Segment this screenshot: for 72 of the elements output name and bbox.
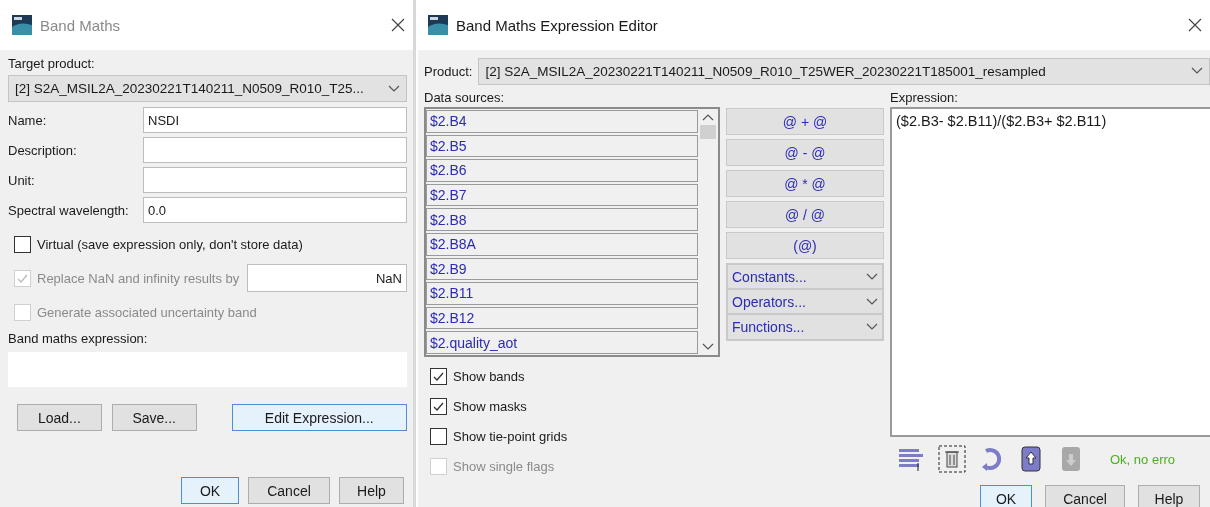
checkbox-label: Show masks bbox=[453, 398, 527, 414]
scroll-up-icon[interactable] bbox=[702, 113, 714, 121]
scroll-down-icon[interactable] bbox=[702, 343, 714, 351]
dialog-button[interactable]: OK bbox=[980, 485, 1032, 507]
input-field[interactable] bbox=[143, 167, 407, 193]
list-item[interactable]: $2.B8 bbox=[426, 208, 698, 231]
caret-icon bbox=[388, 84, 400, 93]
checkbox[interactable] bbox=[430, 427, 447, 445]
dialog-button[interactable]: Help bbox=[339, 477, 404, 504]
field-label: Unit: bbox=[8, 172, 36, 188]
checkbox[interactable] bbox=[430, 397, 447, 415]
input-field[interactable]: NSDI bbox=[143, 107, 407, 133]
dialog-button[interactable]: OK bbox=[181, 477, 239, 504]
field-label: Product: bbox=[424, 63, 473, 79]
caret-icon bbox=[866, 298, 878, 306]
undo-icon[interactable] bbox=[980, 446, 1004, 472]
caret-icon bbox=[866, 273, 878, 281]
list-item[interactable]: $2.B9 bbox=[426, 257, 698, 281]
product-dropdown[interactable]: [2] S2A_MSIL2A_20230221T140211_N0509_R010_T25... bbox=[8, 75, 407, 102]
operator-button[interactable]: @ - @ bbox=[726, 139, 884, 166]
list-item[interactable]: $2.B7 bbox=[426, 183, 698, 207]
checkbox-label: Show tie-point grids bbox=[453, 428, 568, 444]
operator-button[interactable]: (@) bbox=[726, 232, 884, 259]
dialog-button[interactable]: Cancel bbox=[248, 477, 330, 504]
checkbox-label: Generate associated uncertainty band bbox=[37, 304, 257, 320]
field-label: Band maths expression: bbox=[8, 331, 149, 346]
field-label: Name: bbox=[8, 112, 48, 128]
menu-button[interactable]: Operators... bbox=[726, 288, 884, 316]
action-button[interactable]: Save... bbox=[111, 404, 197, 431]
operator-button[interactable]: @ * @ bbox=[726, 170, 884, 197]
dialog-button[interactable]: Cancel bbox=[1045, 485, 1125, 507]
code-text-icon[interactable] bbox=[898, 446, 924, 472]
list-item[interactable]: $2.B6 bbox=[426, 159, 698, 182]
field-label: Spectral wavelength: bbox=[8, 202, 130, 218]
menu-button[interactable]: Functions... bbox=[726, 313, 884, 341]
list-item[interactable]: $2.B12 bbox=[426, 306, 698, 330]
action-button[interactable]: Edit Expression... bbox=[231, 404, 407, 431]
checkbox[interactable] bbox=[14, 235, 31, 253]
checkbox-label: Virtual (save expression only, don't store data) bbox=[37, 236, 303, 252]
window-title: Band Maths bbox=[40, 16, 122, 34]
trash-icon[interactable] bbox=[938, 445, 966, 473]
list-item[interactable]: $2.B11 bbox=[426, 282, 698, 305]
app-logo-icon bbox=[12, 15, 32, 35]
input-field[interactable] bbox=[143, 137, 407, 163]
expression-editor[interactable]: ($2.B3- $2.B11)/($2.B3+ $2.B11) bbox=[890, 107, 1210, 437]
field-label: Data sources: bbox=[424, 90, 506, 105]
checkbox-label: Show bands bbox=[453, 368, 525, 384]
checkbox-label: Show single flags bbox=[453, 458, 555, 474]
list-item[interactable]: $2.B4 bbox=[426, 110, 698, 133]
field-label: Description: bbox=[8, 142, 78, 158]
checkbox-label: Replace NaN and infinity results by bbox=[37, 270, 240, 286]
app-logo-icon bbox=[428, 15, 448, 35]
operator-button[interactable]: @ + @ bbox=[726, 108, 884, 135]
field-label: Target product: bbox=[8, 56, 96, 71]
product-dropdown[interactable]: [2] S2A_MSIL2A_20230221T140211_N0509_R010_T25WER_20230221T185001_resampled bbox=[478, 57, 1210, 85]
action-button[interactable]: Load... bbox=[17, 404, 102, 431]
scrollbar-thumb[interactable] bbox=[700, 125, 716, 139]
close-icon[interactable] bbox=[1188, 18, 1202, 32]
status-message: Ok, no erro bbox=[1110, 451, 1176, 467]
list-item[interactable]: $2.B5 bbox=[426, 134, 698, 158]
input-field[interactable]: 0.0 bbox=[143, 197, 407, 223]
window-title: Band Maths Expression Editor bbox=[456, 16, 659, 34]
list-item[interactable]: $2.quality_aot bbox=[426, 331, 698, 354]
menu-button[interactable]: Constants... bbox=[726, 263, 884, 291]
field-label: Expression: bbox=[890, 90, 959, 105]
caret-icon bbox=[866, 323, 878, 331]
list-item[interactable]: $2.B8A bbox=[426, 232, 698, 256]
dialog-button[interactable]: Help bbox=[1138, 485, 1200, 507]
operator-button[interactable]: @ / @ bbox=[726, 201, 884, 228]
checkbox[interactable] bbox=[430, 367, 447, 385]
close-icon[interactable] bbox=[391, 18, 405, 32]
caret-icon bbox=[1191, 67, 1203, 75]
